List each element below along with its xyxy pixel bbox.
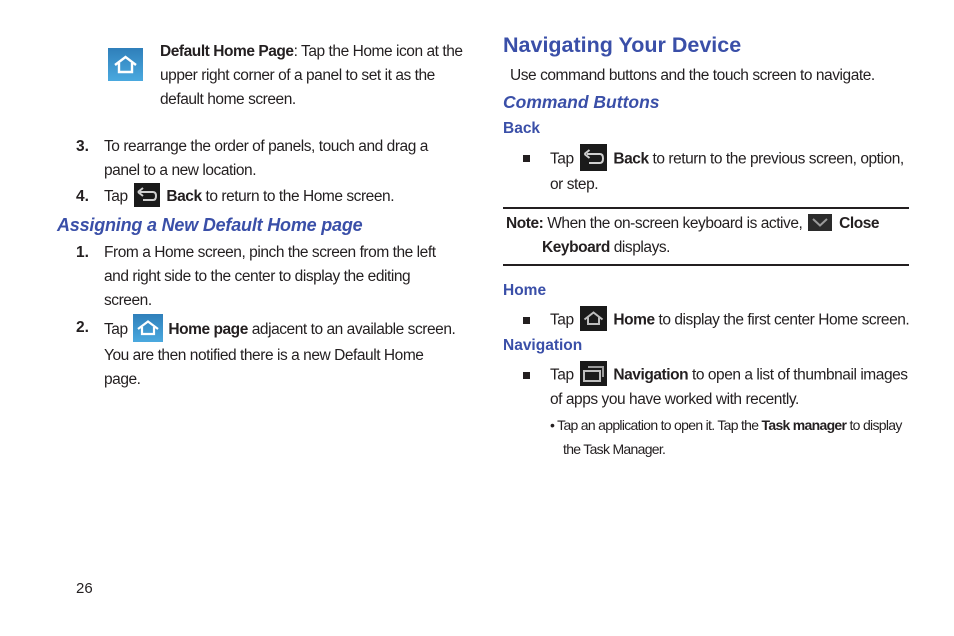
task-manager-label: Task manager (761, 417, 847, 433)
sub-bullet-text-line2: the Task Manager. (563, 441, 666, 457)
step-line: You are then notified there is a new Def… (104, 347, 424, 364)
note-top-rule (503, 207, 909, 209)
default-home-page-label: Default Home Page (160, 43, 294, 60)
left-column: Default Home Page: Tap the Home icon at … (0, 0, 954, 388)
tap-label: Tap (104, 188, 128, 206)
heading-navigation: Navigation (503, 337, 583, 354)
note-text: When the on-screen keyboard is active, (547, 215, 803, 232)
keyboard-label: Keyboard (542, 239, 610, 256)
intro-text: Use command buttons and the touch screen… (510, 67, 875, 84)
step-line: and right side to the center to display … (104, 268, 411, 285)
step-line: page. (104, 371, 141, 388)
default-home-page-paragraph: Default Home Page: Tap the Home icon at … (160, 40, 470, 112)
step-text: Tap Home page adjacent to an available s… (104, 314, 464, 392)
tap-label: Tap (104, 321, 128, 339)
bullet-square (523, 155, 530, 162)
default-home-page-line3: default home screen. (160, 91, 296, 108)
step-number: 3. (76, 138, 89, 155)
note-label: Note: (506, 215, 544, 232)
navigation-text-line2: of apps you have worked with recently. (550, 391, 799, 408)
step-number: 2. (76, 319, 89, 336)
step-text: To rearrange the order of panels, touch … (104, 135, 464, 183)
subheading-command-buttons: Command Buttons (503, 92, 660, 112)
sub-bullet-text: to display (849, 417, 902, 433)
home-icon (132, 314, 163, 342)
back-text: to return to the previous screen, option… (652, 150, 905, 168)
page-title: Navigating Your Device (503, 33, 742, 57)
step-line: adjacent to an available screen. (251, 321, 456, 339)
navigation-paragraph: Tap Navigation to open a list of thumbna… (550, 361, 920, 412)
back-paragraph: Tap Back to return to the previous scree… (550, 144, 920, 197)
back-icon (579, 144, 607, 171)
recent-apps-icon (579, 361, 607, 386)
page-number: 26 (76, 580, 93, 597)
task-manager-sub-bullet: • Tap an application to open it. Tap the… (550, 413, 920, 461)
back-text-line2: or step. (550, 176, 599, 193)
back-label: Back (613, 150, 649, 168)
default-home-page-text: : Tap the Home icon at the (293, 43, 463, 60)
navigation-label: Navigation (613, 366, 689, 384)
step-number: 4. (76, 188, 89, 205)
default-home-page-line2: upper right corner of a panel to set it … (160, 67, 435, 84)
bullet-square (523, 372, 530, 379)
step-line: To rearrange the order of panels, touch … (104, 138, 428, 155)
home-icon (108, 48, 143, 81)
home-label: Home (613, 311, 655, 329)
home-paragraph: Tap Home to display the first center Hom… (550, 306, 920, 333)
sub-bullet-text: Tap an application to open it. Tap the (557, 417, 759, 433)
close-keyboard-icon (808, 214, 833, 232)
home-text: to display the first center Home screen. (658, 311, 910, 329)
step-line: panel to a new location. (104, 162, 257, 179)
home-icon (579, 306, 607, 331)
tap-label: Tap (550, 150, 574, 168)
back-label: Back (166, 188, 202, 206)
navigation-text: to open a list of thumbnail images (691, 366, 908, 384)
bullet-dot: • (550, 417, 555, 433)
note-text-end: displays. (613, 239, 671, 256)
tap-label: Tap (550, 311, 574, 329)
section-heading-assigning: Assigning a New Default Home page (57, 215, 363, 235)
bullet-square (523, 317, 530, 324)
note-box: Note: When the on-screen keyboard is act… (506, 212, 906, 260)
tap-label: Tap (550, 366, 574, 384)
step-line: From a Home screen, pinch the screen fro… (104, 244, 436, 261)
step-line: to return to the Home screen. (205, 188, 395, 206)
back-icon (133, 183, 160, 207)
close-keyboard-label: Close (839, 215, 880, 232)
note-bottom-rule (503, 264, 909, 266)
home-page-label: Home page (168, 321, 248, 339)
step-text: From a Home screen, pinch the screen fro… (104, 241, 464, 313)
step-number: 1. (76, 244, 89, 261)
step-text: Tap Back to return to the Home screen. (104, 183, 464, 209)
heading-home: Home (503, 282, 547, 299)
heading-back: Back (503, 120, 541, 137)
step-line: screen. (104, 292, 152, 309)
